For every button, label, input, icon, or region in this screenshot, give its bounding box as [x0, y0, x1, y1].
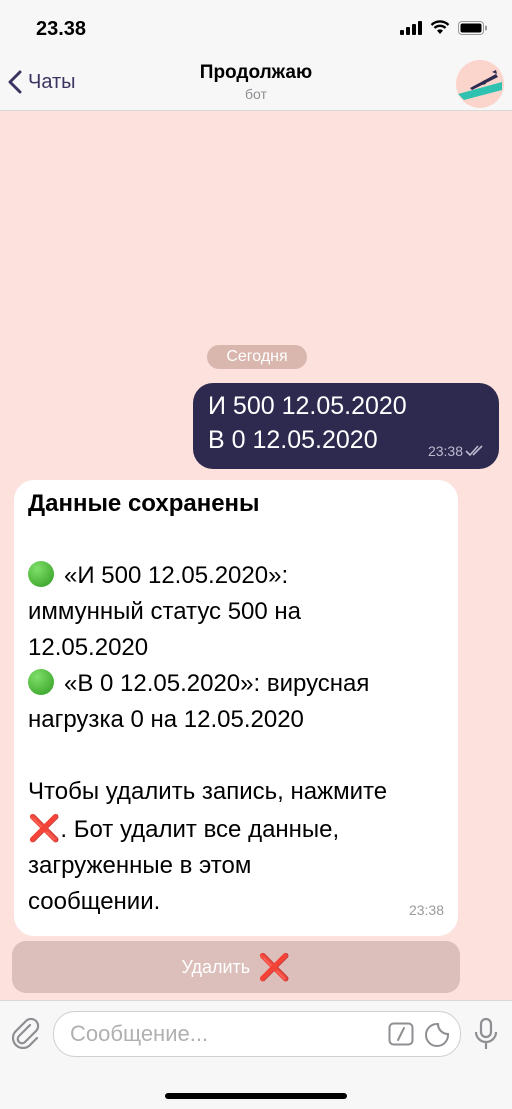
message-text-line: загруженные в этом — [28, 852, 252, 879]
bot-avatar[interactable] — [456, 60, 504, 108]
wifi-icon — [430, 20, 450, 34]
message-input[interactable] — [68, 1018, 372, 1050]
list-item: «И 500 12.05.2020»: — [28, 558, 448, 594]
bot-commands-button[interactable] — [388, 1022, 414, 1051]
delete-inline-button[interactable]: Удалить ❌ — [12, 941, 460, 993]
status-bar: 23.38 — [0, 0, 512, 56]
chat-subtitle: бот — [245, 86, 267, 102]
red-cross-icon: ❌ — [258, 951, 291, 982]
status-icons — [400, 20, 488, 35]
message-text-line: Чтобы удалить запись, нажмите — [28, 778, 388, 805]
battery-icon — [458, 20, 487, 35]
paperclip-icon — [11, 1017, 40, 1050]
message-time: 23:38 — [427, 443, 463, 459]
signal-icon — [400, 20, 422, 35]
message-text-line: И 500 12.05.2020 — [208, 392, 407, 420]
message-text-line: 12.05.2020 — [28, 634, 149, 661]
incoming-message[interactable]: Данные сохранены «И 500 12.05.2020»: имм… — [14, 480, 458, 936]
chat-title: Продолжаю — [199, 62, 313, 83]
nav-bar: Чаты Продолжаю бот — [0, 56, 512, 111]
sticker-button[interactable] — [424, 1022, 450, 1053]
double-check-icon — [465, 445, 483, 457]
message-text-line: ❌. Бот удалит все данные, — [28, 813, 340, 843]
green-circle-icon — [28, 561, 54, 587]
microphone-icon — [474, 1017, 498, 1049]
date-separator: Сегодня — [207, 345, 307, 369]
bot-logo-icon — [458, 70, 502, 100]
message-text-line: иммунный статус 500 на — [28, 598, 302, 625]
delete-button-label: Удалить — [181, 956, 251, 977]
chat-header[interactable]: Продолжаю бот — [0, 62, 512, 102]
message-text-line: сообщении. — [28, 888, 161, 915]
outgoing-message[interactable]: И 500 12.05.2020 В 0 12.05.2020 23:38 — [193, 383, 499, 469]
composer-bar — [0, 1000, 512, 1109]
attach-button[interactable] — [10, 1017, 40, 1054]
message-heading: Данные сохранены — [28, 490, 260, 517]
message-text-line: нагрузка 0 на 12.05.2020 — [28, 706, 304, 733]
red-cross-icon: ❌ — [28, 813, 61, 843]
message-time: 23:38 — [408, 902, 444, 918]
list-item: «В 0 12.05.2020»: вирусная — [28, 666, 448, 702]
status-time: 23.38 — [36, 18, 87, 40]
message-body: Данные сохранены «И 500 12.05.2020»: имм… — [28, 486, 448, 920]
message-text-line: В 0 12.05.2020 — [208, 426, 378, 454]
green-circle-icon — [28, 669, 54, 695]
slash-command-icon — [388, 1022, 414, 1046]
message-input-field[interactable] — [53, 1011, 461, 1057]
message-meta: 23:38 — [428, 443, 487, 459]
sticker-icon — [425, 1023, 449, 1047]
voice-record-button[interactable] — [474, 1017, 498, 1056]
home-indicator — [165, 1093, 347, 1099]
